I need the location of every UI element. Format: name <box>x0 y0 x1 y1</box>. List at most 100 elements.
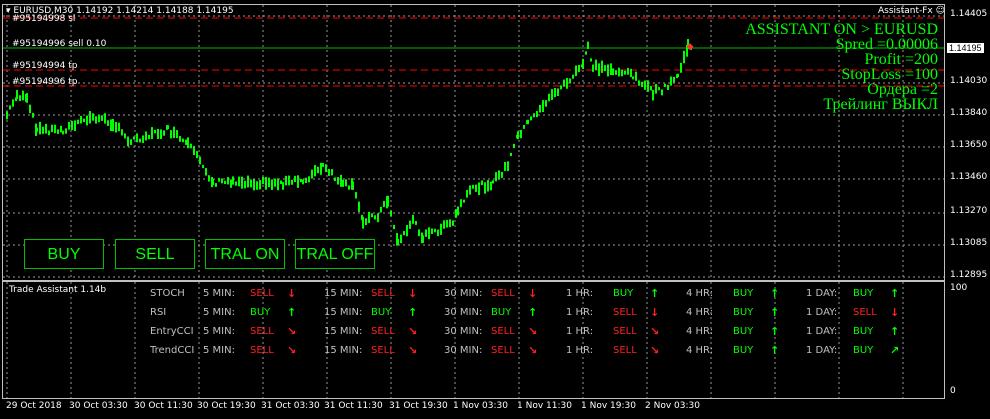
arrow-up-icon: ↑ <box>528 306 538 319</box>
timeframe-label: 1 DAY: <box>806 326 838 337</box>
price-tick: 1.13270 <box>950 206 988 216</box>
time-tick: 31 Oct 03:30 <box>261 401 320 411</box>
price-tick: 1.13650 <box>950 140 988 150</box>
signal-value: SELL <box>491 288 515 299</box>
signal-value: SELL <box>853 307 877 318</box>
timeframe-label: 15 MIN: <box>324 345 363 356</box>
tral-off-button[interactable]: TRAL OFF <box>295 239 375 269</box>
arrow-down-icon: ↘ <box>408 344 418 357</box>
signal-value: BUY <box>733 288 754 299</box>
timeframe-label: 15 MIN: <box>324 307 363 318</box>
timeframe-label: 1 HR: <box>566 288 594 299</box>
signal-value: BUY <box>613 288 634 299</box>
time-tick: 30 Oct 03:30 <box>69 401 128 411</box>
price-tick: 1.13085 <box>950 238 988 248</box>
signal-value: SELL <box>371 345 395 356</box>
price-tick: 1.12895 <box>950 270 988 280</box>
panel-title: Trade Assistant 1.14b <box>9 285 107 295</box>
arrow-down-icon: ↘ <box>528 325 538 338</box>
timeframe-label: 5 MIN: <box>203 288 235 299</box>
current-price-tag: 1.14195 <box>947 43 984 53</box>
arrow-down-icon: ↘ <box>528 344 538 357</box>
signal-value: BUY <box>371 307 392 318</box>
ea-label: Assistant-Fx ☺ <box>878 6 945 16</box>
time-tick: 1 Nov 11:30 <box>517 401 572 411</box>
signal-value: BUY <box>733 345 754 356</box>
menu-triangle-icon[interactable]: ▾ <box>6 6 11 16</box>
indicator-name: EntryCCI <box>150 326 194 337</box>
hud-profit: Profit =200 <box>864 51 938 68</box>
order-label-tp1: #95194994 tp <box>12 61 78 71</box>
timeframe-label: 4 HR: <box>686 326 714 337</box>
indicator-name: STOCH <box>150 288 185 299</box>
timeframe-label: 15 MIN: <box>324 288 363 299</box>
arrow-down-icon: ↘ <box>650 325 660 338</box>
hud-status: ASSISTANT ON > EURUSD <box>745 21 938 38</box>
signal-value: BUY <box>853 288 874 299</box>
indicator-name: TrendCCI <box>150 345 195 356</box>
time-tick: 2 Nov 03:30 <box>645 401 700 411</box>
tral-on-button[interactable]: TRAL ON <box>205 239 285 269</box>
timeframe-label: 5 MIN: <box>203 307 235 318</box>
timeframe-label: 1 HR: <box>566 345 594 356</box>
arrow-down-icon: ↓ <box>890 306 900 319</box>
timeframe-label: 1 HR: <box>566 307 594 318</box>
indicator-name: RSI <box>150 307 167 318</box>
timeframe-label: 30 MIN: <box>444 326 483 337</box>
timeframe-label: 5 MIN: <box>203 326 235 337</box>
timeframe-label: 5 MIN: <box>203 345 235 356</box>
timeframe-label: 1 DAY: <box>806 345 838 356</box>
hud-trailing: Трейлинг ВЫКЛ <box>823 96 938 113</box>
price-tick: 1.14405 <box>950 9 988 19</box>
timeframe-label: 4 HR: <box>686 345 714 356</box>
signal-value: SELL <box>491 326 515 337</box>
timeframe-label: 30 MIN: <box>444 307 483 318</box>
order-label-sl: #95194998 sl <box>12 14 76 24</box>
timeframe-label: 1 DAY: <box>806 288 838 299</box>
arrow-up-icon: ↑ <box>650 287 660 300</box>
signal-value: SELL <box>250 288 274 299</box>
signal-value: SELL <box>371 326 395 337</box>
arrow-down-icon: ↓ <box>408 287 418 300</box>
timeframe-label: 30 MIN: <box>444 345 483 356</box>
timeframe-label: 1 HR: <box>566 326 594 337</box>
order-label-sell: #95194996 sell 0.10 <box>12 39 107 49</box>
timeframe-label: 4 HR: <box>686 307 714 318</box>
signal-value: SELL <box>371 288 395 299</box>
signal-value: SELL <box>250 345 274 356</box>
signal-value: BUY <box>853 326 874 337</box>
ea-name: Assistant-Fx <box>878 6 933 16</box>
timeframe-label: 30 MIN: <box>444 288 483 299</box>
arrow-down-icon: ↓ <box>528 287 538 300</box>
hud-orders: Ордера =2 <box>867 81 938 98</box>
price-tick: 1.13460 <box>950 172 988 182</box>
signal-value: SELL <box>491 345 515 356</box>
signal-value: SELL <box>613 307 637 318</box>
timeframe-label: 4 HR: <box>686 288 714 299</box>
buy-button[interactable]: BUY <box>24 239 104 269</box>
arrow-down-icon: ↘ <box>408 325 418 338</box>
arrow-down-icon: ↘ <box>287 325 297 338</box>
time-tick: 29 Oct 2018 <box>6 401 62 411</box>
arrow-up-icon: ↑ <box>770 306 780 319</box>
price-tick: 1.13840 <box>950 108 988 118</box>
arrow-up-icon: ↑ <box>408 306 418 319</box>
arrow-up-icon: ↑ <box>287 306 297 319</box>
arrow-up-icon: ↑ <box>890 287 900 300</box>
signal-value: SELL <box>250 326 274 337</box>
signal-value: BUY <box>733 307 754 318</box>
time-tick: 1 Nov 03:30 <box>453 401 508 411</box>
hud-spread: Spred =0.00006 <box>835 36 938 53</box>
arrow-down-icon: ↘ <box>287 344 297 357</box>
sell-button[interactable]: SELL <box>115 239 195 269</box>
time-tick: 1 Nov 19:30 <box>581 401 636 411</box>
arrow-down-icon: ↓ <box>650 306 660 319</box>
arrow-up-icon: ↑ <box>770 287 780 300</box>
time-tick: 31 Oct 11:30 <box>324 401 383 411</box>
order-label-tp2: #95194996 tp <box>12 77 78 87</box>
time-tick: 30 Oct 19:30 <box>197 401 256 411</box>
arrow-up-icon: ↗ <box>890 344 900 357</box>
signal-value: SELL <box>613 326 637 337</box>
hud-stoploss: StopLoss =100 <box>841 66 938 83</box>
time-tick: 30 Oct 11:30 <box>134 401 193 411</box>
